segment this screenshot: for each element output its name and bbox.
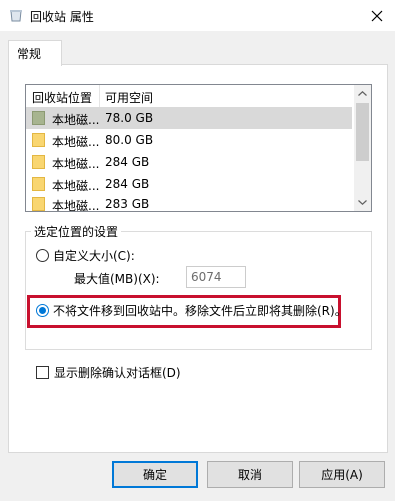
ok-button[interactable]: 确定 (112, 461, 198, 488)
list-item[interactable]: 本地磁... 284 GB (26, 173, 352, 195)
delete-immediately-radio[interactable] (36, 304, 49, 317)
column-divider[interactable] (99, 85, 100, 107)
scroll-down-button[interactable] (354, 194, 371, 211)
vertical-scrollbar[interactable] (354, 85, 371, 211)
settings-legend: 选定位置的设置 (31, 223, 122, 240)
delete-immediately-label[interactable]: 不将文件移到回收站中。移除文件后立即将其删除(R)。 (53, 302, 347, 319)
cancel-button[interactable]: 取消 (207, 461, 293, 488)
max-size-input[interactable]: 6074 (186, 266, 246, 288)
recycle-bin-icon (10, 10, 22, 22)
confirm-dialog-label[interactable]: 显示删除确认对话框(D) (54, 364, 181, 381)
tab-general[interactable]: 常规 (8, 40, 62, 66)
list-item-name: 本地磁... (52, 113, 100, 127)
close-button[interactable] (359, 0, 395, 31)
column-free-space[interactable]: 可用空间 (105, 89, 153, 106)
close-icon (371, 10, 383, 21)
tab-general-label: 常规 (17, 47, 42, 61)
list-item-space: 78.0 GB (105, 111, 154, 125)
apply-button[interactable]: 应用(A) (299, 461, 385, 488)
list-item-space: 80.0 GB (105, 133, 154, 147)
column-location[interactable]: 回收站位置 (32, 89, 92, 106)
list-item-space: 283 GB (105, 197, 150, 211)
drive-icon (32, 111, 45, 125)
list-item[interactable]: 本地磁... 283 GB (26, 193, 352, 212)
list-item-name: 本地磁... (52, 157, 100, 171)
scrollbar-thumb[interactable] (356, 103, 369, 161)
drive-icon (32, 155, 45, 169)
max-size-label: 最大值(MB)(X): (74, 272, 160, 286)
list-item-name: 本地磁... (52, 179, 100, 193)
custom-size-label[interactable]: 自定义大小(C): (53, 247, 135, 264)
list-item[interactable]: 本地磁... 78.0 GB (26, 107, 352, 129)
chevron-down-icon (358, 200, 367, 205)
list-item-space: 284 GB (105, 155, 150, 169)
title-bar: 回收站 属性 (0, 0, 395, 31)
scroll-up-button[interactable] (354, 85, 371, 102)
selected-location-settings: 选定位置的设置 自定义大小(C): 最大值(MB)(X): 6074 不将文件移… (25, 223, 372, 350)
chevron-up-icon (358, 91, 367, 96)
custom-size-radio[interactable] (36, 249, 49, 262)
drive-icon (32, 197, 45, 211)
drive-icon (32, 133, 45, 147)
list-item-space: 284 GB (105, 177, 150, 191)
recycle-bin-location-list[interactable]: 回收站位置 可用空间 本地磁... 78.0 GB 本地磁... 80.0 GB… (25, 84, 372, 212)
list-header: 回收站位置 可用空间 (26, 85, 352, 107)
tab-panel: 回收站位置 可用空间 本地磁... 78.0 GB 本地磁... 80.0 GB… (8, 64, 388, 453)
drive-icon (32, 177, 45, 191)
confirm-dialog-checkbox[interactable] (36, 366, 49, 379)
list-item-name: 本地磁... (52, 199, 100, 212)
list-item[interactable]: 本地磁... 284 GB (26, 151, 352, 173)
list-item-name: 本地磁... (52, 135, 100, 149)
list-item[interactable]: 本地磁... 80.0 GB (26, 129, 352, 151)
window-title: 回收站 属性 (30, 10, 94, 24)
